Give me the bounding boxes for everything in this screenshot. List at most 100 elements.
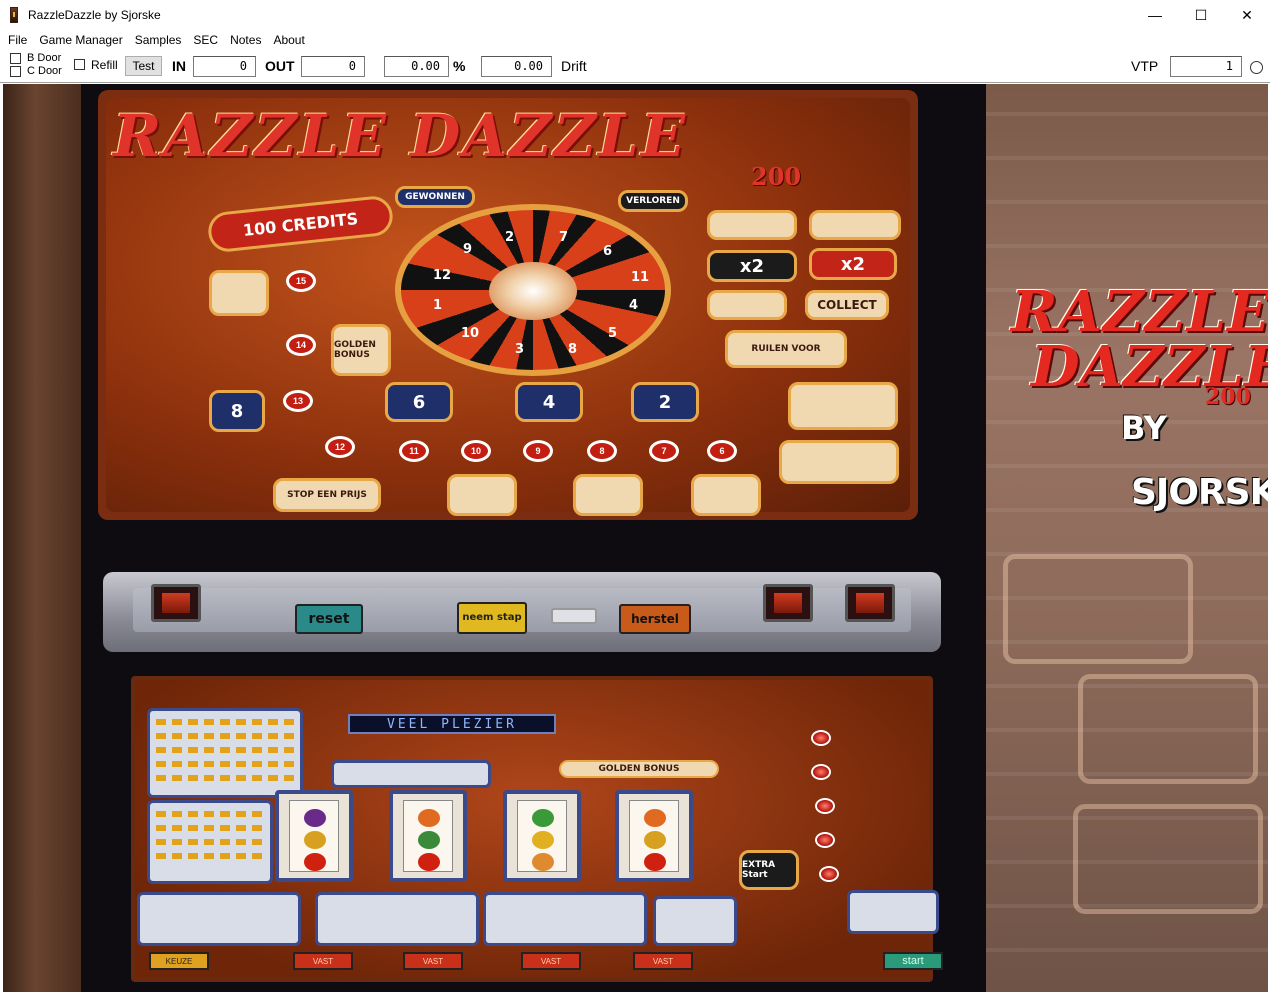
maximize-button[interactable]: ☐ [1178,0,1224,30]
steps-8-panel: 8 [209,390,265,432]
out-field[interactable]: 0 [301,56,365,77]
vast-button-2[interactable]: VAST [403,952,463,970]
close-button[interactable]: ✕ [1224,0,1270,30]
window-controls: — ☐ ✕ [1132,0,1270,30]
title-bar: RazzleDazzle by Sjorske — ☐ ✕ [0,0,1270,30]
in-label: IN [172,58,186,74]
track-step: 9 [523,440,553,462]
b-door-checkbox[interactable] [10,53,21,64]
vtp-label: VTP [1131,58,1159,74]
paytable-top-left [147,708,303,798]
refill-label: Refill [91,58,118,72]
wheel-number: 9 [463,242,473,257]
stop-een-prijs-panel: STOP EEN PRIJS [273,478,381,512]
ladder-step: 15 [286,270,316,292]
paytable-bottom-2 [315,892,479,946]
wheel-number: 12 [433,268,452,283]
vtp-radio[interactable] [1250,61,1263,74]
wheel-number: 6 [603,244,613,259]
vast-button-4[interactable]: VAST [633,952,693,970]
c-door-checkbox[interactable] [10,66,21,77]
background-panel-shape [1078,674,1258,784]
multiplier-x1-panel [707,290,787,320]
vtp-field[interactable]: 1 [1170,56,1242,77]
test-button[interactable]: Test [125,56,162,76]
branding-logo-suffix: 200 [1205,384,1251,410]
ladder-step: 13 [283,390,313,412]
ladder-info-panel [209,270,269,316]
background-panel-shape [1003,554,1193,664]
paytable-mid-left [147,800,273,884]
start-button[interactable]: start [883,952,943,970]
info-panel-top [788,382,898,430]
app-icon [10,7,18,23]
track-step: 6 [707,440,737,462]
menu-file[interactable]: File [2,30,33,50]
vast-button-3[interactable]: VAST [521,952,581,970]
percent-field[interactable]: 0.00 [384,56,449,77]
window-title: RazzleDazzle by Sjorske [28,8,161,22]
toolbar-divider [0,82,1270,83]
wheel-number: 4 [629,298,639,313]
wheel-number: 10 [461,326,480,341]
track-step: 7 [649,440,679,462]
wheel-number: 7 [559,230,569,245]
drift-field[interactable]: 0.00 [481,56,552,77]
gewonnen-label: GEWONNEN [395,186,475,208]
golden-bonus-x3-panel [691,474,761,516]
toolbar: B Door C Door Refill Test IN 0 OUT 0 0.0… [0,50,1270,83]
branding-author: SJORSKE [1131,472,1268,513]
track-step: 12 [325,436,355,458]
reel-1 [275,790,353,882]
ruilen-voor-panel: RUILEN VOOR [725,330,847,368]
bonus-led [811,730,831,746]
extra-start-panel: EXTRA Start [739,850,799,890]
steps-4-panel: 4 [515,382,583,422]
menu-notes[interactable]: Notes [224,30,267,50]
double-left-button: x2 [707,250,797,282]
paytable-bottom-5 [847,890,939,934]
coin-slot-mid [763,584,813,622]
menu-about[interactable]: About [267,30,310,50]
reel-4 [615,790,693,882]
multiplier-x3-panel [707,210,797,240]
herstel-button[interactable]: herstel [619,604,691,634]
track-step: 10 [461,440,491,462]
reset-button[interactable]: reset [295,604,363,634]
machine-logo: RAZZLE DAZZLE [113,102,688,170]
paytable-bottom-4 [653,896,737,946]
info-panel-bottom [779,440,899,484]
wheel-number: 5 [608,326,618,341]
wheel-number: 3 [515,342,525,357]
neem-stap-button[interactable]: neem stap [457,602,527,634]
wheel-number: 2 [505,230,515,245]
wheel-number: 1 [433,298,443,313]
menu-samples[interactable]: Samples [129,30,188,50]
ladder-step: 14 [286,334,316,356]
vast-button-1[interactable]: VAST [293,952,353,970]
track-step: 11 [399,440,429,462]
track-step: 8 [587,440,617,462]
menu-sec[interactable]: SEC [187,30,224,50]
drift-label: Drift [561,58,587,74]
out-label: OUT [265,58,295,74]
lcd-display: VEEL PLEZIER [348,714,556,734]
machine-logo-suffix: 200 [751,162,802,191]
double-right-button: x2 [809,248,897,280]
bonus-led [815,832,835,848]
percent-label: % [453,58,466,74]
bonus-led [815,798,835,814]
blank-button[interactable] [551,608,597,624]
steps-2-panel: 2 [631,382,699,422]
coin-slot-right [845,584,895,622]
keuze-button[interactable]: KEUZE [149,952,209,970]
c-door-label: C Door [27,65,62,77]
background-left-artwork [3,84,83,992]
menu-game-manager[interactable]: Game Manager [33,30,128,50]
refill-checkbox[interactable] [74,59,85,70]
background-panel-shape [1073,804,1263,914]
minimize-button[interactable]: — [1132,0,1178,30]
game-canvas[interactable]: RAZZLE DAZZLE 200 100 CREDITS GEWONNEN V… [3,84,1268,992]
in-field[interactable]: 0 [193,56,256,77]
bonus-led [811,764,831,780]
